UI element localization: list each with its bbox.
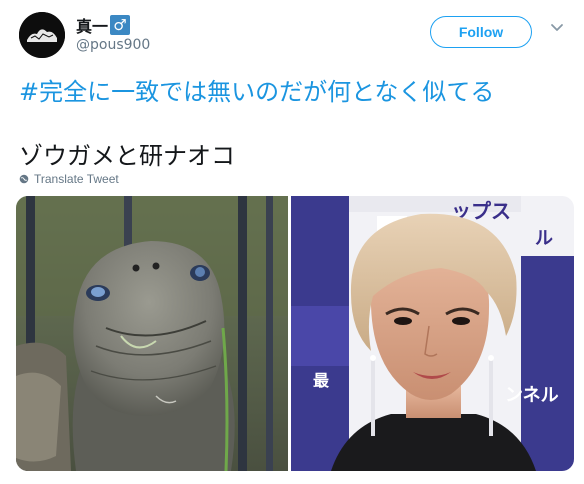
sign-text-2: ル bbox=[535, 228, 553, 249]
avatar[interactable] bbox=[19, 12, 65, 58]
sign-text-3: ンネル bbox=[505, 385, 559, 406]
portrait-photo[interactable]: ップス ル ンネル 最 bbox=[291, 196, 574, 471]
tortoise-image bbox=[16, 196, 288, 471]
media-grid: ップス ル ンネル 最 bbox=[16, 196, 574, 471]
avatar-image bbox=[19, 12, 65, 58]
globe-icon bbox=[19, 174, 29, 184]
follow-button[interactable]: Follow bbox=[430, 16, 532, 48]
chevron-down-icon[interactable] bbox=[549, 19, 565, 35]
tortoise-photo[interactable] bbox=[16, 196, 288, 471]
tweet-text: ゾウガメと研ナオコ bbox=[19, 142, 235, 170]
portrait-image: ップス ル ンネル 最 bbox=[291, 196, 574, 471]
translate-label: Translate Tweet bbox=[34, 172, 119, 186]
hashtag-link[interactable]: #完全に一致では無いのだが何となく似てる bbox=[19, 72, 494, 107]
name-row: 真一 ♂ bbox=[76, 13, 131, 37]
display-name[interactable]: 真一 bbox=[76, 13, 108, 37]
user-handle[interactable]: @pous900 bbox=[76, 37, 150, 53]
male-sign-icon: ♂ bbox=[110, 15, 131, 35]
sign-text-4: 最 bbox=[313, 371, 330, 390]
tweet-card: 真一 ♂ @pous900 Follow #完全に一致では無いのだが何となく似て… bbox=[0, 0, 584, 484]
translate-tweet-link[interactable]: Translate Tweet bbox=[19, 172, 119, 186]
